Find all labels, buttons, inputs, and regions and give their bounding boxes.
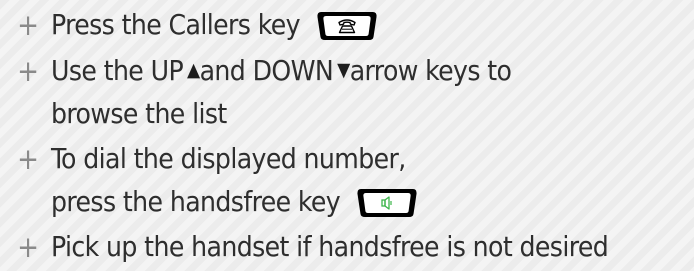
instruction-list: + Press the Callers key + Use the UP ▲ a…: [0, 0, 694, 271]
down-arrow-icon: ▼: [337, 59, 350, 81]
instruction-text: and DOWN: [199, 54, 334, 87]
plus-bullet-icon: +: [17, 54, 39, 88]
instruction-text: Press the Callers key: [51, 8, 301, 41]
plus-bullet-icon: +: [17, 230, 39, 264]
instruction-text: Use the UP: [51, 54, 184, 87]
instruction-text: Pick up the handset if handsfree is not …: [51, 230, 609, 263]
instruction-text: press the handsfree key: [51, 185, 341, 218]
handsfree-key-icon: [357, 189, 417, 217]
up-arrow-icon: ▲: [187, 59, 200, 81]
callers-key-icon: [317, 12, 377, 40]
instruction-line: browse the list: [51, 93, 227, 135]
instruction-text: To dial the displayed number,: [51, 142, 406, 175]
instruction-line: Press the Callers key: [51, 4, 378, 46]
plus-bullet-icon: +: [17, 142, 39, 176]
instruction-line: To dial the displayed number,: [51, 138, 406, 180]
instruction-text: browse the list: [51, 97, 227, 130]
plus-bullet-icon: +: [17, 8, 39, 42]
instruction-line: Use the UP ▲ and DOWN ▼ arrow keys to: [51, 50, 512, 92]
instruction-text: arrow keys to: [349, 54, 512, 87]
instruction-line: Pick up the handset if handsfree is not …: [51, 226, 609, 268]
instruction-line: press the handsfree key: [51, 181, 418, 223]
